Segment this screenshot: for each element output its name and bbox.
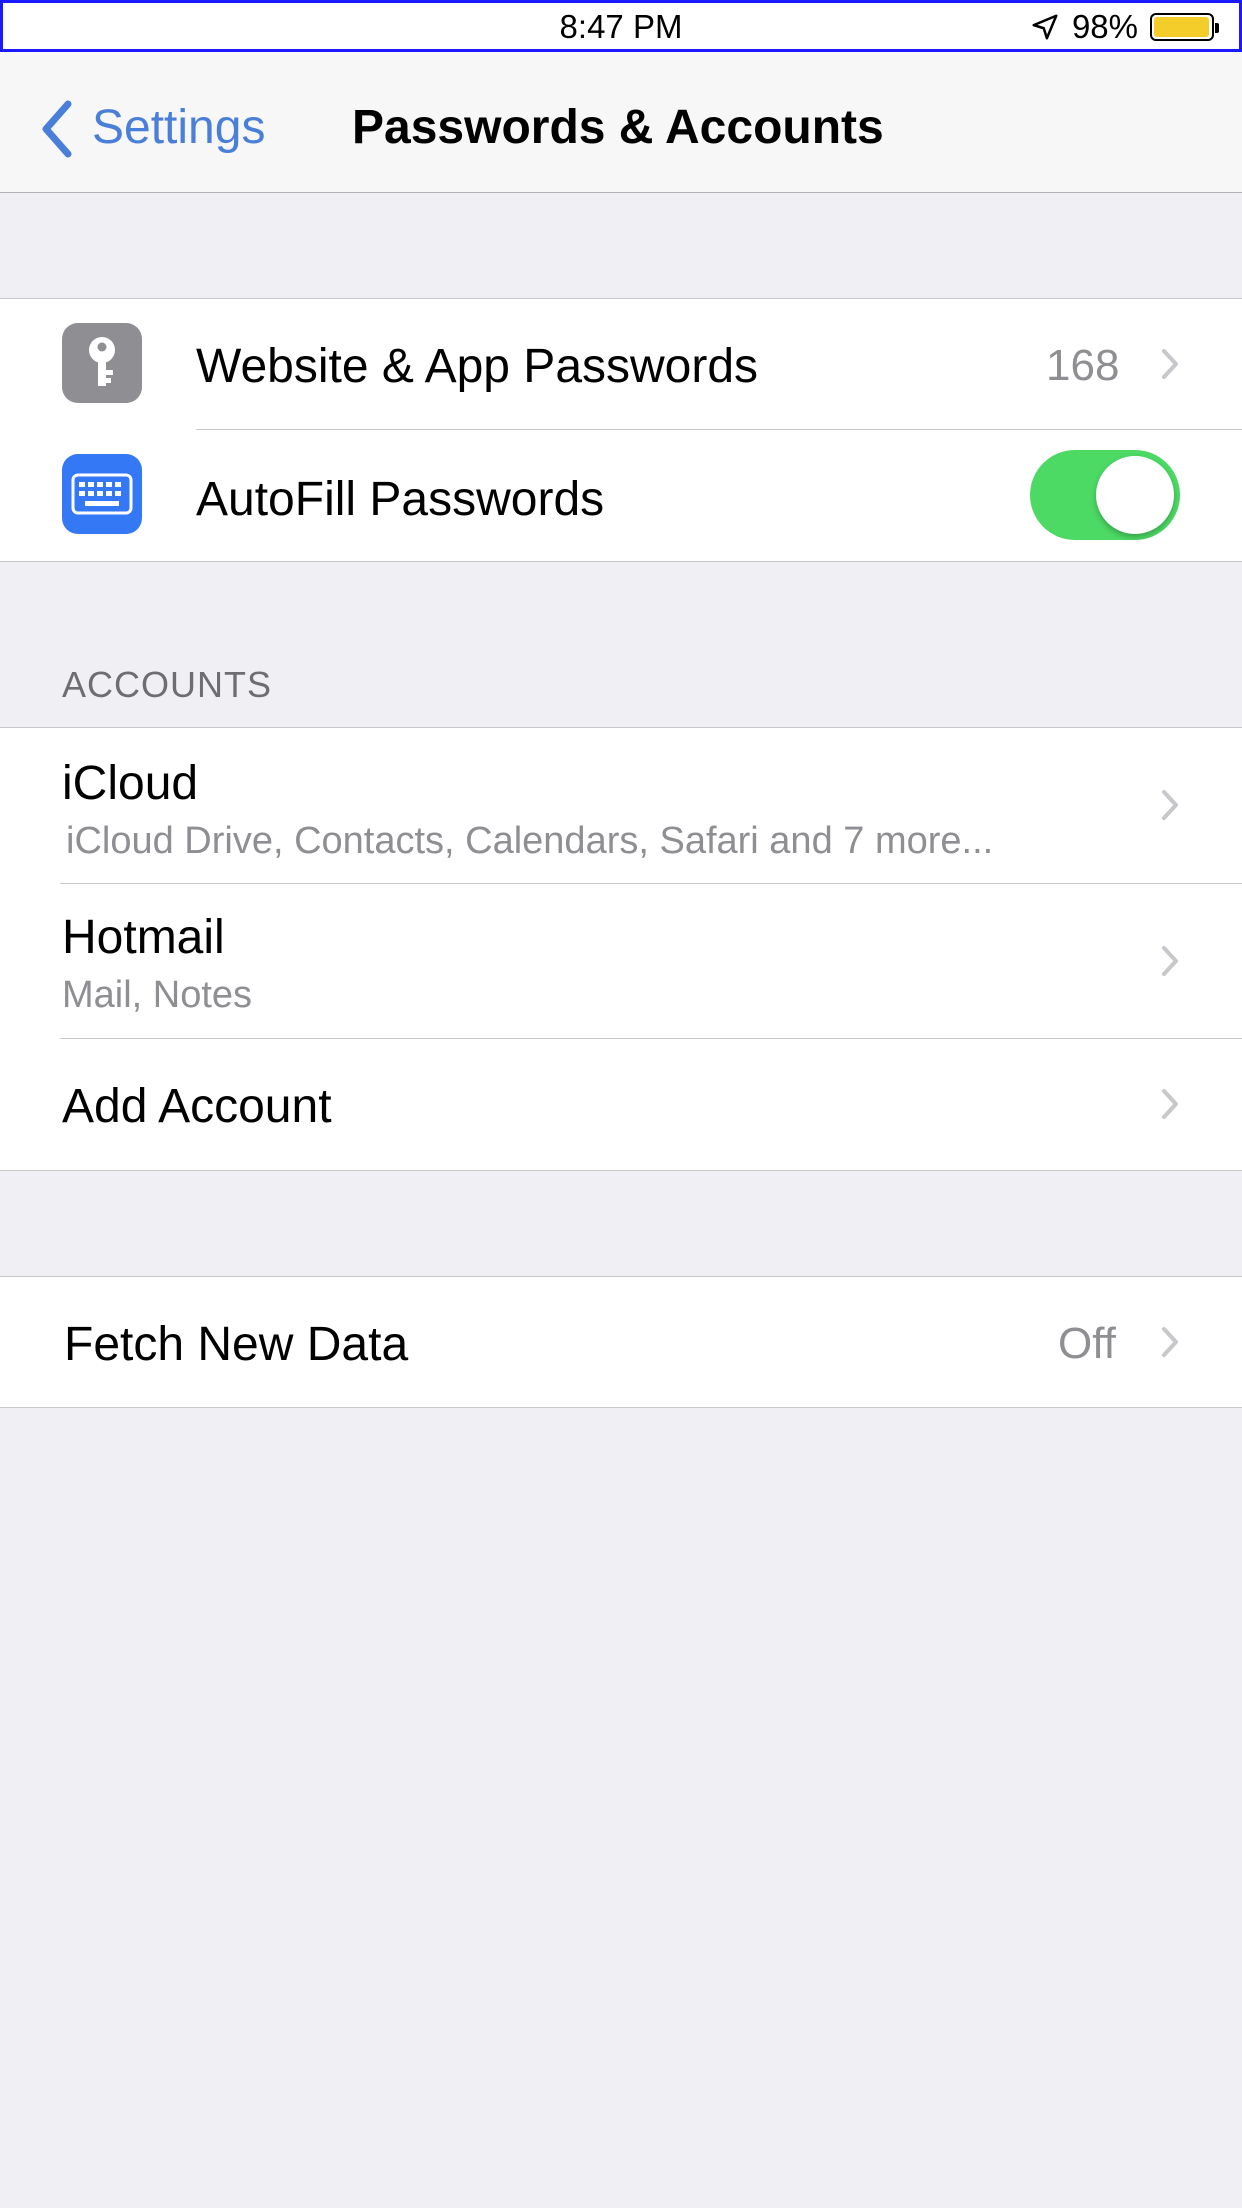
add-account-row[interactable]: Add Account xyxy=(0,1039,1242,1170)
website-passwords-row[interactable]: Website & App Passwords 168 xyxy=(0,299,1242,429)
page-title: Passwords & Accounts xyxy=(352,101,884,154)
battery-icon xyxy=(1150,13,1219,41)
chevron-right-icon xyxy=(1162,1089,1178,1119)
account-row-icloud[interactable]: iCloud iCloud Drive, Contacts, Calendars… xyxy=(0,728,1242,883)
status-right-group: 98% xyxy=(1030,8,1219,46)
fetch-new-data-label: Fetch New Data xyxy=(64,1318,409,1371)
autofill-toggle[interactable] xyxy=(1030,450,1180,540)
chevron-right-icon xyxy=(1162,790,1178,820)
toggle-knob xyxy=(1096,456,1174,534)
add-account-label: Add Account xyxy=(62,1080,332,1133)
account-name-hotmail: Hotmail xyxy=(62,911,225,964)
back-button[interactable]: Settings xyxy=(92,100,265,155)
website-passwords-label: Website & App Passwords xyxy=(196,340,759,393)
account-detail-hotmail: Mail, Notes xyxy=(62,974,253,1016)
back-chevron-icon[interactable] xyxy=(36,98,80,160)
fetch-group: Fetch New Data Off xyxy=(0,1276,1242,1408)
status-bar: 8:47 PM 98% xyxy=(0,0,1242,52)
battery-tip xyxy=(1215,23,1219,33)
account-name-icloud: iCloud xyxy=(62,757,199,810)
battery-percent: 98% xyxy=(1071,8,1138,45)
chevron-right-icon xyxy=(1162,946,1178,976)
autofill-passwords-row: AutoFill Passwords xyxy=(0,430,1242,561)
chevron-right-icon xyxy=(1162,349,1178,379)
accounts-section-header: ACCOUNTS xyxy=(62,664,273,705)
account-row-hotmail[interactable]: Hotmail Mail, Notes xyxy=(0,884,1242,1038)
fetch-new-data-row[interactable]: Fetch New Data Off xyxy=(0,1277,1242,1407)
account-detail-icloud: iCloud Drive, Contacts, Calendars, Safar… xyxy=(66,820,994,862)
autofill-passwords-label: AutoFill Passwords xyxy=(196,473,605,526)
fetch-value: Off xyxy=(1058,1319,1116,1368)
keyboard-icon xyxy=(62,454,142,534)
key-icon xyxy=(62,323,142,403)
password-count: 168 xyxy=(1046,341,1120,390)
chevron-right-icon xyxy=(1162,1327,1178,1357)
battery-fill xyxy=(1154,17,1209,37)
location-arrow-icon xyxy=(1032,14,1058,40)
passwords-group: Website & App Passwords 168 AutoFill Pas… xyxy=(0,298,1242,562)
accounts-group: iCloud iCloud Drive, Contacts, Calendars… xyxy=(0,727,1242,1171)
